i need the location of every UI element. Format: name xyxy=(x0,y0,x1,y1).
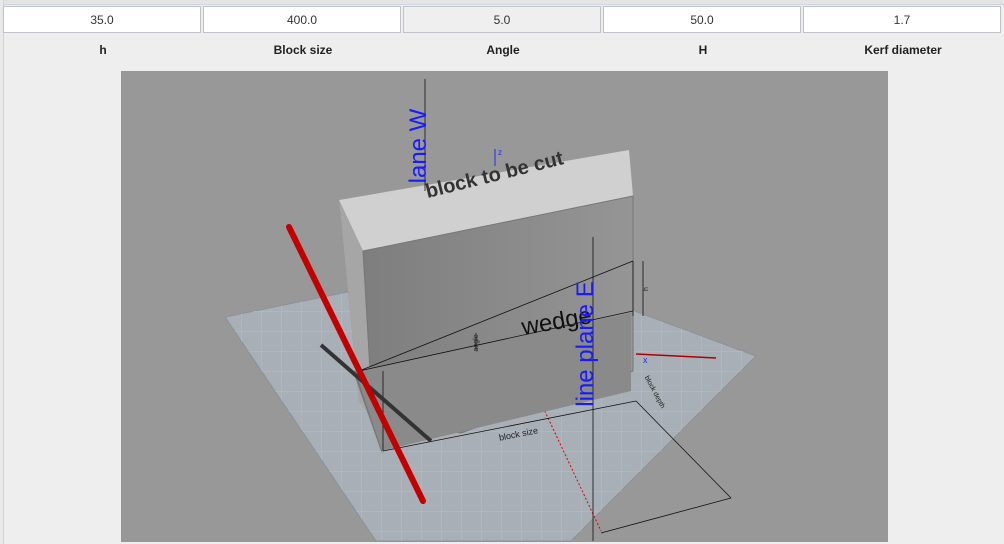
left-border xyxy=(0,0,4,544)
block-size-input[interactable] xyxy=(203,6,401,33)
x-axis-label: x xyxy=(643,355,648,365)
angle-input[interactable] xyxy=(403,6,601,33)
window-top-strip xyxy=(0,0,1004,5)
h-dimension-label: h xyxy=(643,287,650,291)
angle-label: Angle xyxy=(486,43,520,57)
h-input[interactable] xyxy=(3,6,201,33)
parameter-labels-row: h Block size Angle H Kerf diameter xyxy=(3,43,1003,61)
H-label: H xyxy=(698,43,708,57)
h-label: h xyxy=(99,43,107,57)
plane-e-label: line plane E xyxy=(572,281,599,406)
kerf-diameter-label: Kerf diameter xyxy=(864,43,942,57)
block-size-label: Block size xyxy=(273,43,333,57)
z-axis-label: z xyxy=(498,148,502,157)
3d-viewport[interactable]: block to be cut wedge lane W line plane … xyxy=(121,71,888,542)
parameter-fields-row xyxy=(3,6,1003,35)
scene-svg: block to be cut wedge lane W line plane … xyxy=(224,79,757,542)
H-input[interactable] xyxy=(603,6,801,33)
plane-w-label: lane W xyxy=(405,108,432,183)
kerf-diameter-input[interactable] xyxy=(803,6,1001,33)
angle-dimension-label: angle xyxy=(473,334,480,351)
